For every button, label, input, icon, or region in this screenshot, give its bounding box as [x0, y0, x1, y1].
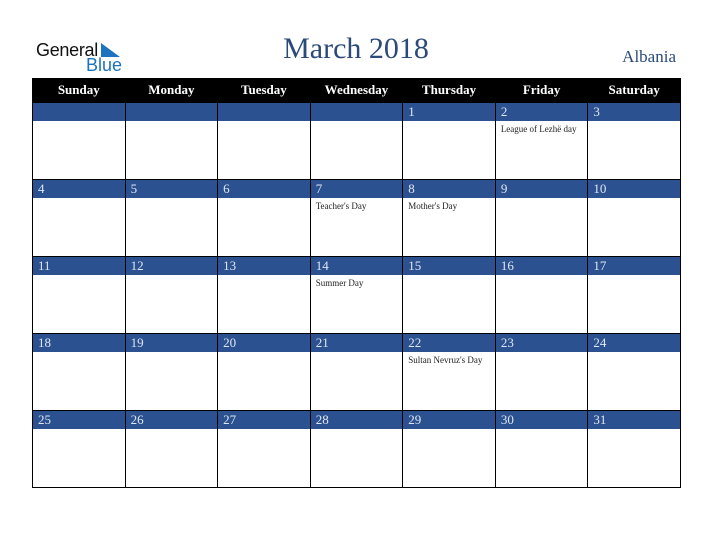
- day-cell[interactable]: 15: [402, 256, 496, 334]
- week-row: 4 5 6 7 Teacher's Day 8 Mother's Day 9 10: [32, 179, 681, 257]
- weekday-header-friday: Friday: [494, 78, 589, 103]
- day-number: [125, 103, 218, 121]
- day-number: 23: [495, 334, 588, 352]
- holiday-label: Sultan Nevruz's Day: [408, 355, 483, 365]
- day-number: 12: [125, 257, 218, 275]
- day-cell[interactable]: 16: [494, 256, 589, 334]
- day-cell[interactable]: 25: [32, 410, 126, 488]
- weekday-header-row: Sunday Monday Tuesday Wednesday Thursday Frid…: [32, 78, 681, 103]
- weekday-header-monday: Monday: [124, 78, 219, 103]
- day-number: 22: [403, 334, 495, 352]
- day-number: 7: [310, 180, 403, 198]
- day-cell[interactable]: 10: [587, 179, 681, 257]
- day-cell[interactable]: 20: [217, 333, 311, 411]
- week-row: 18 19 20 21 22 Sultan Nevruz's Day 23 24: [32, 333, 681, 411]
- day-cell[interactable]: 19: [124, 333, 219, 411]
- day-cell[interactable]: [217, 102, 311, 180]
- day-number: 24: [588, 334, 680, 352]
- day-number: 27: [218, 411, 310, 429]
- day-cell[interactable]: 26: [124, 410, 219, 488]
- day-number: 10: [588, 180, 680, 198]
- day-cell[interactable]: 18: [32, 333, 126, 411]
- day-cell[interactable]: 31: [587, 410, 681, 488]
- holiday-label: Mother's Day: [408, 201, 458, 211]
- holiday-label: Teacher's Day: [315, 201, 367, 211]
- day-number: 14: [310, 257, 403, 275]
- day-cell[interactable]: [309, 102, 404, 180]
- day-cell[interactable]: 29: [402, 410, 496, 488]
- holiday-label: Summer Day: [315, 278, 364, 288]
- week-row: 25 26 27 28 29 30 31: [32, 410, 681, 488]
- day-number: 15: [403, 257, 495, 275]
- day-number: 6: [218, 180, 310, 198]
- day-number: 16: [495, 257, 588, 275]
- day-number: [310, 103, 403, 121]
- day-number: 26: [125, 411, 218, 429]
- day-number: 11: [33, 257, 125, 275]
- day-number: 19: [125, 334, 218, 352]
- day-number: [33, 103, 125, 121]
- weekday-header-wednesday: Wednesday: [309, 78, 404, 103]
- day-number: 18: [33, 334, 125, 352]
- day-cell[interactable]: 8 Mother's Day: [402, 179, 496, 257]
- weekday-header-saturday: Saturday: [587, 78, 681, 103]
- weekday-header-tuesday: Tuesday: [217, 78, 311, 103]
- day-number: 3: [588, 103, 680, 121]
- weekday-header-sunday: Sunday: [32, 78, 126, 103]
- day-number: 4: [33, 180, 125, 198]
- day-cell[interactable]: 23: [494, 333, 589, 411]
- day-cell[interactable]: 12: [124, 256, 219, 334]
- day-cell[interactable]: 21: [309, 333, 404, 411]
- day-number: 20: [218, 334, 310, 352]
- calendar-title: March 2018: [283, 32, 429, 65]
- country-label: Albania: [622, 47, 676, 66]
- day-cell[interactable]: 30: [494, 410, 589, 488]
- day-cell[interactable]: 1: [402, 102, 496, 180]
- day-number: 17: [588, 257, 680, 275]
- day-number: 28: [310, 411, 403, 429]
- day-number: [218, 103, 310, 121]
- week-row: 1 2 League of Lezhë day 3: [32, 102, 681, 180]
- day-number: 9: [495, 180, 588, 198]
- day-cell[interactable]: [32, 102, 126, 180]
- holiday-label: League of Lezhë day: [500, 124, 577, 134]
- day-cell[interactable]: 3: [587, 102, 681, 180]
- day-number: 1: [403, 103, 495, 121]
- week-row: 11 12 13 14 Summer Day 15 16 17: [32, 256, 681, 334]
- day-cell[interactable]: 11: [32, 256, 126, 334]
- day-number: 31: [588, 411, 680, 429]
- day-cell[interactable]: 17: [587, 256, 681, 334]
- day-cell[interactable]: 14 Summer Day: [309, 256, 404, 334]
- day-cell[interactable]: 13: [217, 256, 311, 334]
- day-cell[interactable]: [124, 102, 219, 180]
- day-cell[interactable]: 9: [494, 179, 589, 257]
- day-cell[interactable]: 4: [32, 179, 126, 257]
- day-cell[interactable]: 7 Teacher's Day: [309, 179, 404, 257]
- day-number: 13: [218, 257, 310, 275]
- day-cell[interactable]: 2 League of Lezhë day: [494, 102, 589, 180]
- day-cell[interactable]: 22 Sultan Nevruz's Day: [402, 333, 496, 411]
- day-number: 5: [125, 180, 218, 198]
- day-cell[interactable]: 28: [309, 410, 404, 488]
- day-cell[interactable]: 6: [217, 179, 311, 257]
- day-cell[interactable]: 5: [124, 179, 219, 257]
- day-number: 25: [33, 411, 125, 429]
- day-number: 21: [310, 334, 403, 352]
- day-number: 8: [403, 180, 495, 198]
- day-cell[interactable]: 24: [587, 333, 681, 411]
- day-number: 30: [495, 411, 588, 429]
- day-number: 29: [403, 411, 495, 429]
- weekday-header-thursday: Thursday: [402, 78, 496, 103]
- day-number: 2: [495, 103, 588, 121]
- day-cell[interactable]: 27: [217, 410, 311, 488]
- calendar-grid: Sunday Monday Tuesday Wednesday Thursday Frid…: [32, 78, 681, 488]
